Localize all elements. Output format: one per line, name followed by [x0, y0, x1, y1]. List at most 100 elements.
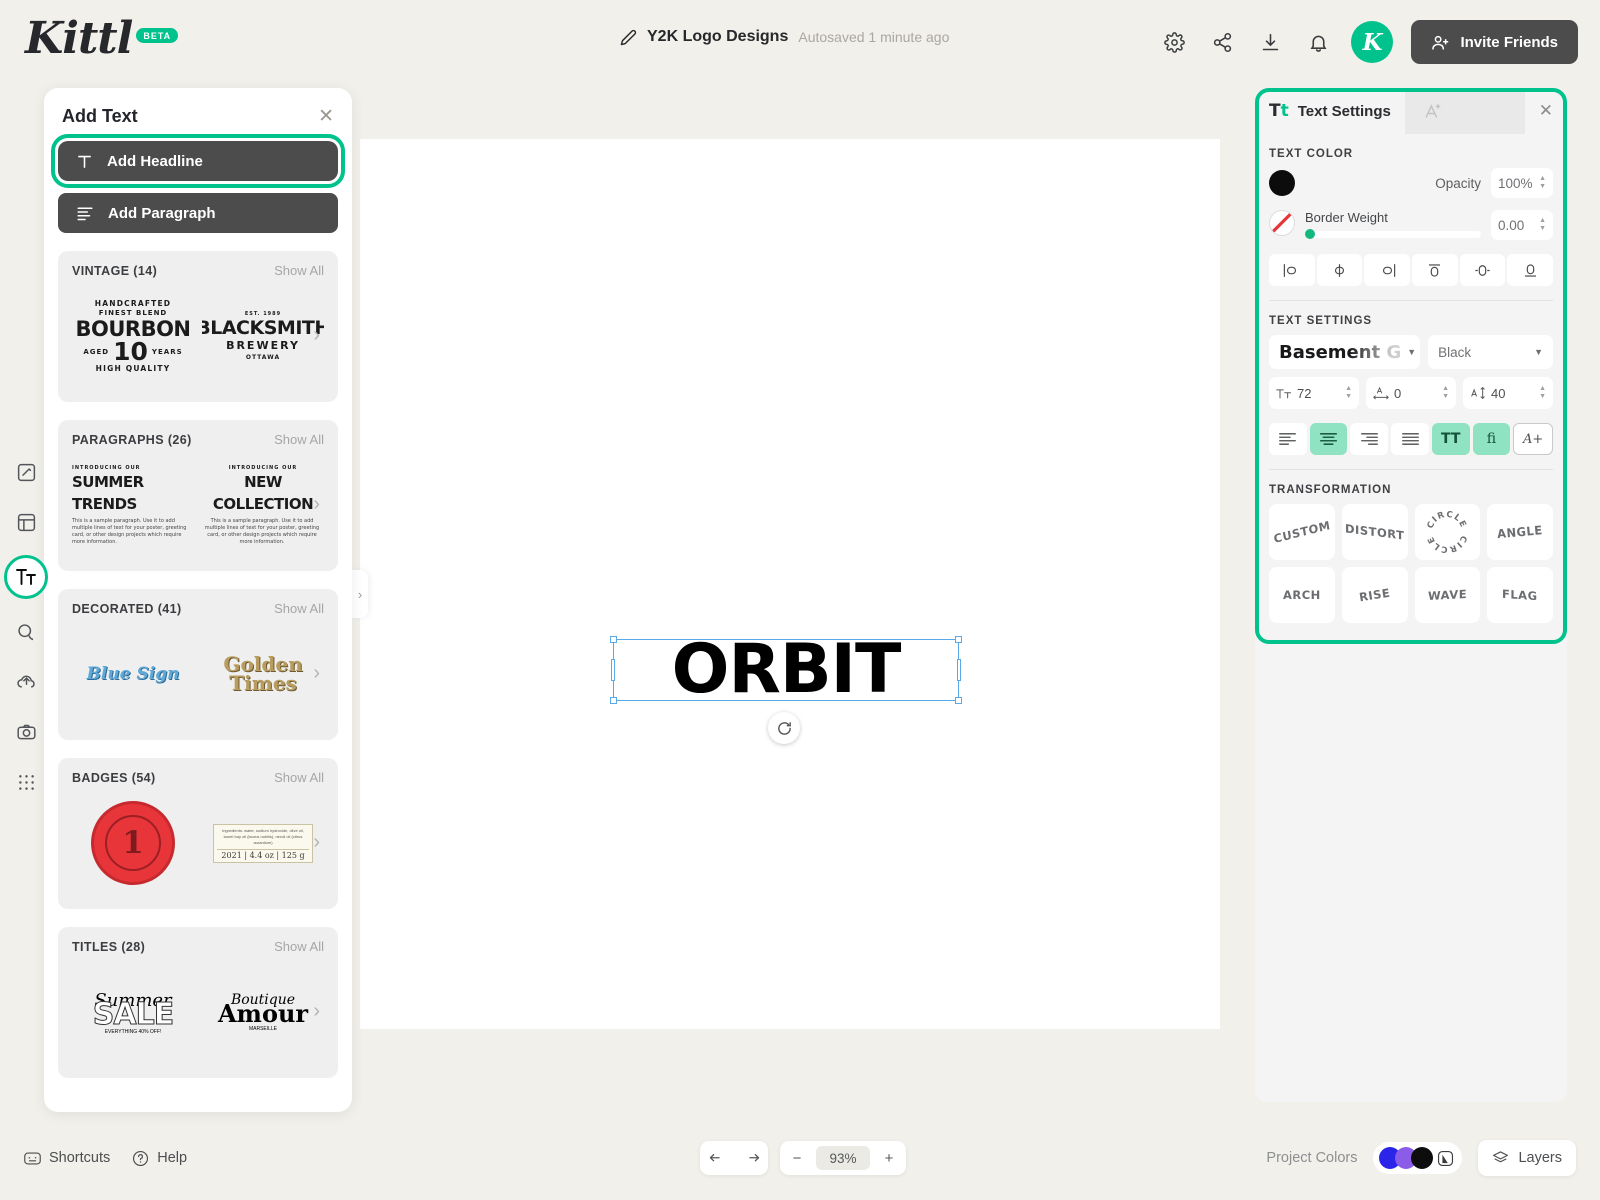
text-align-center-icon[interactable]: [1309, 423, 1348, 455]
help-button[interactable]: Help: [132, 1150, 187, 1167]
align-bottom-icon[interactable]: [1507, 254, 1554, 286]
border-color-swatch[interactable]: [1269, 210, 1295, 236]
sidebar-item-templates[interactable]: [9, 505, 43, 539]
color-picker-icon[interactable]: [1437, 1150, 1454, 1167]
blue-sign-thumb[interactable]: Blue Sign: [72, 622, 194, 726]
rotate-icon[interactable]: [768, 712, 800, 744]
ingredients-label-thumb[interactable]: Ingredients: water, sodium hydroxide, ol…: [202, 791, 324, 895]
chevron-right-icon[interactable]: ›: [313, 1001, 320, 1021]
chevron-right-icon[interactable]: ›: [313, 325, 320, 345]
selection-bounding-box[interactable]: [610, 636, 962, 704]
tab-ai-text[interactable]: [1404, 88, 1461, 134]
show-all-link[interactable]: Show All: [274, 601, 324, 616]
boutique-amour-thumb[interactable]: Boutique Amour MARSEILLE: [202, 960, 324, 1064]
opacity-stepper[interactable]: ▲ ▼: [1539, 175, 1546, 190]
ligature-toggle[interactable]: fi: [1472, 423, 1511, 455]
align-center-horizontal-icon[interactable]: [1316, 254, 1363, 286]
text-align-left-icon[interactable]: [1269, 423, 1307, 455]
align-right-icon[interactable]: [1364, 254, 1411, 286]
kittl-logo[interactable]: Kittl BETA: [25, 14, 179, 64]
resize-handle-top-right[interactable]: [955, 636, 962, 643]
letter-spacing-stepper[interactable]: ▲ ▼: [1442, 385, 1449, 400]
font-size-stepper[interactable]: ▲ ▼: [1345, 385, 1352, 400]
blacksmith-vintage-thumb[interactable]: EST. 1989 BLACKSMITH BREWERY OTTAWA: [202, 284, 324, 388]
close-icon[interactable]: ✕: [318, 107, 334, 126]
show-all-link[interactable]: Show All: [274, 263, 324, 278]
transform-distort[interactable]: DISTORT: [1341, 504, 1408, 560]
opacity-field[interactable]: 100% ▲ ▼: [1491, 168, 1553, 198]
summer-sale-thumb[interactable]: Summer SALE EVERYTHING 40% OFF!: [72, 960, 194, 1064]
border-weight-field[interactable]: 0.00 ▲ ▼: [1491, 210, 1553, 240]
gear-icon[interactable]: [1159, 27, 1189, 57]
wilson-distilling-badge-thumb[interactable]: 1: [72, 791, 194, 895]
summer-trends-thumb[interactable]: INTRODUCING OUR SUMMER TRENDS This is a …: [72, 453, 194, 557]
sidebar-item-elements[interactable]: [9, 615, 43, 649]
share-icon[interactable]: [1207, 27, 1237, 57]
invite-friends-button[interactable]: Invite Friends: [1411, 20, 1578, 64]
bell-icon[interactable]: [1303, 27, 1333, 57]
project-colors-swatches[interactable]: [1373, 1142, 1463, 1174]
line-height-field[interactable]: 40 ▲ ▼: [1463, 377, 1553, 409]
sidebar-item-photos[interactable]: [9, 715, 43, 749]
sidebar-item-uploads[interactable]: [9, 665, 43, 699]
uppercase-toggle[interactable]: TT: [1431, 423, 1470, 455]
resize-handle-bottom-right[interactable]: [955, 697, 962, 704]
zoom-out-button[interactable]: −: [780, 1141, 814, 1175]
border-weight-stepper[interactable]: ▲ ▼: [1539, 217, 1546, 232]
bourbon-vintage-thumb[interactable]: HANDCRAFTED FINEST BLEND BOURBON AGED 10…: [72, 284, 194, 388]
transform-custom[interactable]: CUSTOM: [1269, 504, 1335, 560]
project-color-swatch[interactable]: [1411, 1147, 1434, 1169]
sidebar-item-patterns[interactable]: [9, 765, 43, 799]
zoom-in-button[interactable]: +: [872, 1141, 906, 1175]
artboard[interactable]: [360, 139, 1220, 1029]
align-top-icon[interactable]: [1412, 254, 1458, 286]
layers-button[interactable]: Layers: [1478, 1140, 1576, 1176]
letter-spacing-field[interactable]: 0 ▲ ▼: [1366, 377, 1456, 409]
text-align-right-icon[interactable]: [1350, 423, 1389, 455]
close-icon[interactable]: ✕: [1524, 88, 1567, 134]
chevron-right-icon[interactable]: ›: [313, 832, 320, 852]
new-collection-thumb[interactable]: INTRODUCING OUR NEW COLLECTION This is a…: [202, 453, 324, 557]
transform-flag[interactable]: FLAG: [1487, 567, 1553, 623]
line-height-stepper[interactable]: ▲ ▼: [1539, 385, 1546, 400]
text-align-justify-icon[interactable]: [1391, 423, 1429, 455]
chevron-right-icon[interactable]: ›: [313, 494, 320, 514]
zoom-level-value[interactable]: 93%: [816, 1146, 870, 1170]
resize-handle-top-left[interactable]: [610, 636, 617, 643]
transform-rise[interactable]: RISE: [1341, 567, 1408, 623]
tab-text-settings[interactable]: Tt Text Settings: [1255, 88, 1405, 134]
redo-icon[interactable]: [734, 1141, 768, 1175]
download-icon[interactable]: [1255, 27, 1285, 57]
resize-handle-right[interactable]: [957, 659, 961, 681]
sidebar-item-design[interactable]: [9, 455, 43, 489]
font-size-field[interactable]: 72 ▲ ▼: [1269, 377, 1359, 409]
undo-icon[interactable]: [700, 1141, 734, 1175]
sidebar-item-text[interactable]: [4, 555, 48, 599]
more-text-options-button[interactable]: A+: [1513, 423, 1554, 455]
align-middle-vertical-icon[interactable]: [1459, 254, 1506, 286]
document-title[interactable]: Y2K Logo Designs: [647, 28, 788, 46]
show-all-link[interactable]: Show All: [274, 939, 324, 954]
font-weight-select[interactable]: Black ▼: [1428, 335, 1553, 369]
text-color-swatch[interactable]: [1269, 170, 1295, 196]
add-headline-button[interactable]: Add Headline: [51, 134, 345, 188]
chevron-right-icon[interactable]: ›: [313, 663, 320, 683]
transform-wave[interactable]: WAVE: [1414, 567, 1481, 623]
transform-circle[interactable]: CIRCLE CIRCLE: [1414, 504, 1481, 560]
align-left-icon[interactable]: [1269, 254, 1315, 286]
transform-angle[interactable]: ANGLE: [1487, 504, 1553, 560]
border-weight-slider[interactable]: [1305, 229, 1481, 239]
show-all-link[interactable]: Show All: [274, 770, 324, 785]
resize-handle-bottom-left[interactable]: [610, 697, 617, 704]
panel-collapse-handle[interactable]: ›: [352, 570, 368, 618]
font-family-select[interactable]: Basement G ▼: [1269, 335, 1421, 369]
show-all-link[interactable]: Show All: [274, 432, 324, 447]
transform-arch[interactable]: ARCH: [1269, 567, 1335, 623]
slider-knob[interactable]: [1305, 229, 1315, 239]
add-paragraph-button[interactable]: Add Paragraph: [58, 193, 338, 233]
shortcuts-button[interactable]: Shortcuts: [24, 1150, 110, 1166]
golden-times-thumb[interactable]: Golden Times: [202, 622, 324, 726]
avatar[interactable]: K: [1351, 21, 1394, 63]
document-title-group[interactable]: Y2K Logo Designs Autosaved 1 minute ago: [620, 28, 949, 46]
resize-handle-left[interactable]: [611, 659, 615, 681]
